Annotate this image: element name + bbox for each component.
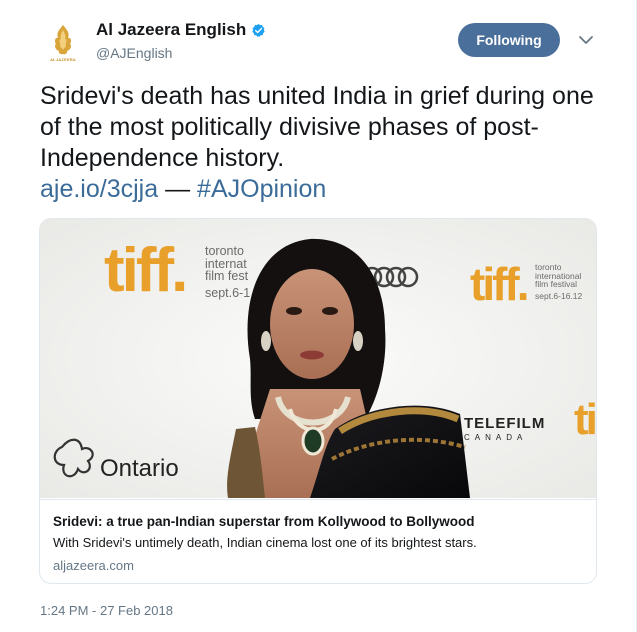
card-domain: aljazeera.com bbox=[53, 558, 134, 573]
hashtag-link[interactable]: #AJOpinion bbox=[197, 175, 326, 203]
card-body[interactable]: Sridevi: a true pan-Indian superstar fro… bbox=[40, 499, 596, 583]
tiff-logo-left: tiff. bbox=[104, 236, 188, 305]
card-description: With Sridevi's untimely death, Indian ci… bbox=[53, 535, 477, 550]
chevron-down-icon[interactable] bbox=[578, 34, 594, 46]
tweet-separator: — bbox=[165, 175, 191, 203]
verified-badge-icon bbox=[252, 23, 265, 37]
following-button[interactable]: Following bbox=[458, 23, 560, 57]
tiff-text-left: toronto internat film fest sept.6-1 bbox=[205, 245, 250, 299]
tiff-text-right: toronto international film festival sept… bbox=[535, 263, 582, 300]
card-image[interactable]: tiff. toronto internat film fest sept.6-… bbox=[40, 219, 596, 498]
al-jazeera-logo-icon bbox=[54, 25, 72, 55]
avatar[interactable]: ALJAZEERA bbox=[40, 20, 86, 66]
tiff-line: film festival bbox=[535, 279, 578, 289]
display-name[interactable]: Al Jazeera English bbox=[96, 20, 266, 40]
tiff-line: sept.6-16.12 bbox=[535, 290, 583, 301]
account-name-block[interactable]: Al Jazeera English @AJEnglish bbox=[96, 20, 266, 61]
ontario-logo-text: Ontario bbox=[100, 455, 179, 482]
handle[interactable]: @AJEnglish bbox=[96, 45, 266, 61]
canada-text: CANADA bbox=[464, 433, 528, 442]
card-title[interactable]: Sridevi: a true pan-Indian superstar fro… bbox=[53, 514, 475, 529]
tiff-line: film fest bbox=[205, 269, 249, 283]
tweet-link[interactable]: aje.io/3cjja bbox=[40, 175, 158, 203]
tiff-line: sept.6-1 bbox=[205, 285, 251, 300]
display-name-label: Al Jazeera English bbox=[96, 20, 247, 39]
tiff-logo-partial: ti bbox=[574, 395, 596, 444]
link-card[interactable]: tiff. toronto internat film fest sept.6-… bbox=[39, 218, 597, 584]
telefilm-text: TELEFILM bbox=[464, 415, 546, 432]
logo-text: ALJAZEERA bbox=[50, 57, 76, 62]
tweet-body: Sridevi's death has united India in grie… bbox=[40, 82, 594, 172]
tweet-timestamp[interactable]: 1:24 PM - 27 Feb 2018 bbox=[40, 603, 173, 618]
tiff-logo-right: tiff. bbox=[470, 258, 529, 310]
telefilm-logo: TELEFILM CANADA bbox=[464, 415, 545, 442]
tweet-text: Sridevi's death has united India in grie… bbox=[40, 81, 600, 205]
tiff-line: toronto bbox=[205, 244, 244, 258]
tweet: ALJAZEERA Al Jazeera English @AJEnglish … bbox=[0, 0, 637, 632]
